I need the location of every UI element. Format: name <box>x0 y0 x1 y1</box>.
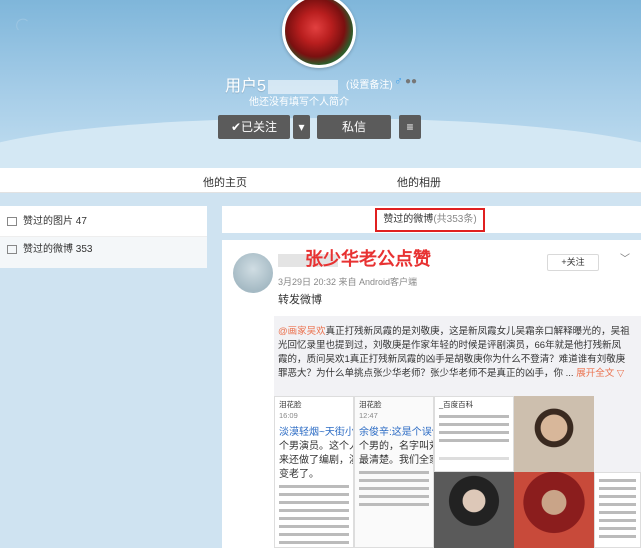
post-timestamp[interactable]: 3月29日 20:32 来自 Android客户端 <box>278 275 417 288</box>
image-thumbnail[interactable] <box>514 472 594 548</box>
set-remark-link[interactable]: (设置备注) <box>346 76 393 91</box>
post-follow-button[interactable]: +关注 <box>547 254 599 271</box>
sidebar-divider <box>0 236 207 237</box>
mention-link[interactable]: @画家吴欢 <box>278 326 326 337</box>
sidebar-item-liked-photos[interactable]: 赞过的图片 47 <box>7 211 87 233</box>
tab-liked-posts[interactable]: 赞过的微博(共353条) <box>375 208 485 232</box>
chevron-down-icon[interactable]: ﹀ <box>620 250 630 265</box>
profile-nav: 他的主页 他的相册 <box>0 168 641 193</box>
image-thumbnail[interactable]: 泪花脸 16:09 淡漠轻烟~天街小雨 个男演员。这个人 来还做了编剧，演 变老… <box>274 396 354 548</box>
post-text: 转发微博 <box>278 294 322 306</box>
message-button[interactable]: 私信 <box>317 115 391 139</box>
image-thumbnail[interactable] <box>514 396 594 472</box>
male-gender-icon: ♂ <box>394 74 403 88</box>
image-thumbnail[interactable] <box>594 472 641 548</box>
profile-avatar[interactable] <box>282 0 356 68</box>
tab-album[interactable]: 他的相册 <box>397 174 441 190</box>
post-author-avatar[interactable] <box>233 253 273 293</box>
profile-intro: 他还没有填写个人简介 <box>249 97 349 108</box>
red-annotation: 张少华老公点赞 <box>305 249 431 269</box>
sidebar: 赞过的图片 47 赞过的微博 353 <box>0 206 207 268</box>
follow-dropdown-icon[interactable]: ▾ <box>293 115 310 139</box>
repost-block: @画家吴欢真正打残新凤霞的是刘敬庚，这是新凤霞女儿吴霜亲口解释曝光的，吴祖光回忆… <box>274 316 641 548</box>
sidebar-item-liked-posts[interactable]: 赞过的微博 353 <box>7 239 92 261</box>
image-thumbnail[interactable]: 泪花脸 12:47 余俊辛:这是个误传 个男的，名字叫刘 最清楚。我们全家 <box>354 396 434 548</box>
repost-images: 泪花脸 16:09 淡漠轻烟~天街小雨 个男演员。这个人 来还做了编剧，演 变老… <box>274 392 641 548</box>
profile-cover: ◠ 用户5 (设置备注) ♂ ●● 他还没有填写个人简介 ✔已关注 ▾ 私信 ≡ <box>0 0 641 168</box>
image-icon <box>7 216 17 226</box>
username-redacted <box>267 79 338 94</box>
followed-button[interactable]: ✔已关注 <box>218 115 290 139</box>
image-thumbnail[interactable] <box>434 472 514 548</box>
expand-full-text-link[interactable]: 展开全文 ▽ <box>576 368 624 379</box>
tab-home[interactable]: 他的主页 <box>203 174 247 190</box>
more-menu-icon[interactable]: ≡ <box>399 115 421 139</box>
repost-text: @画家吴欢真正打残新凤霞的是刘敬庚，这是新凤霞女儿吴霜亲口解释曝光的，吴祖光回忆… <box>278 326 630 379</box>
document-icon <box>7 244 17 254</box>
post-card: 张少华老公点赞 3月29日 20:32 来自 Android客户端 转发微博 +… <box>222 240 641 548</box>
badge-icon: ●● <box>405 76 418 87</box>
signal-icon: ◠ <box>9 11 35 38</box>
liked-posts-tabbar: 赞过的微博(共353条) <box>222 206 641 233</box>
image-thumbnail[interactable]: _百度百科 <box>434 396 514 472</box>
